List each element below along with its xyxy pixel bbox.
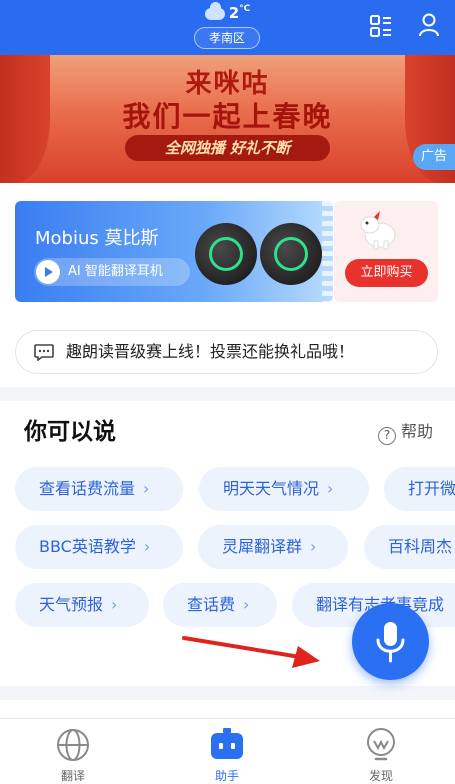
buy-now-button[interactable]: 立即购买 bbox=[345, 259, 428, 287]
jd-mascot-icon bbox=[360, 211, 396, 250]
chip-label: BBC英语教学 bbox=[39, 537, 136, 556]
weather-cloud-icon bbox=[204, 1, 225, 20]
chip-label: 查话费 bbox=[187, 595, 236, 614]
bottom-nav: 翻译 助手 发现 bbox=[0, 718, 455, 784]
earbud-left-image bbox=[195, 223, 257, 285]
chevron-right-icon: › bbox=[310, 537, 317, 556]
suggestion-chip[interactable]: 查看话费流量 › bbox=[15, 467, 183, 511]
chip-label: 查看话费流量 bbox=[39, 479, 136, 498]
chevron-right-icon: › bbox=[243, 595, 250, 614]
nav-label-discover: 发现 bbox=[368, 769, 393, 783]
chip-label: 百科周杰 bbox=[388, 537, 453, 556]
banner-line2: 我们一起上春晚 bbox=[122, 100, 333, 133]
suggestion-chip[interactable]: BBC英语教学 › bbox=[15, 525, 183, 569]
nav-item-translate[interactable]: 翻译 bbox=[13, 719, 133, 784]
nav-item-assistant[interactable]: 助手 bbox=[167, 719, 287, 784]
chip-label: 灵犀翻译群 bbox=[222, 537, 303, 556]
play-icon[interactable] bbox=[36, 260, 60, 284]
chip-label: 打开微 bbox=[408, 479, 455, 498]
microphone-icon bbox=[376, 622, 405, 663]
nav-label-assistant: 助手 bbox=[214, 769, 239, 783]
promo-subtitle-pill[interactable]: AI 智能翻译耳机 bbox=[34, 258, 190, 286]
globe-icon bbox=[57, 729, 89, 761]
nav-label-translate: 翻译 bbox=[60, 769, 85, 783]
suggestion-chip[interactable]: 明天天气情况 › bbox=[199, 467, 369, 511]
suggestion-chip[interactable]: 天气预报 › bbox=[15, 583, 149, 627]
chevron-right-icon: › bbox=[111, 595, 118, 614]
promo-subtitle: AI 智能翻译耳机 bbox=[68, 264, 163, 279]
section-title: 你可以说 bbox=[24, 419, 116, 445]
user-icon[interactable] bbox=[418, 13, 440, 37]
question-icon: ? bbox=[378, 427, 396, 445]
banner-tagline: 全网独播 好礼不断 bbox=[125, 135, 330, 161]
earbud-right-image bbox=[260, 223, 322, 285]
promo-title: Mobius 莫比斯 bbox=[35, 228, 159, 249]
chevron-right-icon: › bbox=[327, 479, 334, 498]
ticket-edge bbox=[322, 201, 333, 302]
top-bar: 2°C 孝南区 bbox=[0, 0, 455, 55]
red-arrow-annotation bbox=[182, 636, 320, 668]
notice-bar[interactable]: 趣朗读晋级赛上线！投票还能换礼品哦！ bbox=[15, 330, 438, 374]
notice-text: 趣朗读晋级赛上线！投票还能换礼品哦！ bbox=[66, 342, 355, 361]
location-pill[interactable]: 孝南区 bbox=[194, 27, 260, 49]
chip-label: 天气预报 bbox=[39, 595, 104, 614]
ad-label[interactable]: 广告 bbox=[413, 144, 455, 170]
help-label: 帮助 bbox=[401, 422, 434, 441]
help-button[interactable]: ? 帮助 bbox=[378, 418, 433, 445]
microphone-button[interactable] bbox=[352, 603, 429, 680]
nav-item-discover[interactable]: 发现 bbox=[321, 719, 441, 784]
bulb-icon bbox=[367, 728, 395, 761]
chip-label: 明天天气情况 bbox=[223, 479, 320, 498]
chat-icon bbox=[34, 344, 54, 361]
chevron-right-icon: › bbox=[143, 537, 151, 556]
spring-festival-banner[interactable]: 来咪咕 我们一起上春晚 全网独播 好礼不断 广告 bbox=[0, 55, 455, 183]
grid-menu-icon[interactable] bbox=[370, 14, 392, 38]
promo-card-earbuds[interactable]: Mobius 莫比斯 AI 智能翻译耳机 bbox=[15, 201, 333, 302]
suggestion-chip[interactable]: 打开微 bbox=[384, 467, 455, 511]
temperature-unit: °C bbox=[239, 4, 251, 14]
suggestion-chip[interactable]: 百科周杰 bbox=[364, 525, 455, 569]
suggestion-chip[interactable]: 灵犀翻译群 › bbox=[198, 525, 348, 569]
suggestion-chip[interactable]: 查话费 › bbox=[163, 583, 277, 627]
temperature: 2 bbox=[228, 4, 240, 22]
chevron-right-icon: › bbox=[143, 479, 150, 498]
robot-icon bbox=[211, 728, 243, 759]
